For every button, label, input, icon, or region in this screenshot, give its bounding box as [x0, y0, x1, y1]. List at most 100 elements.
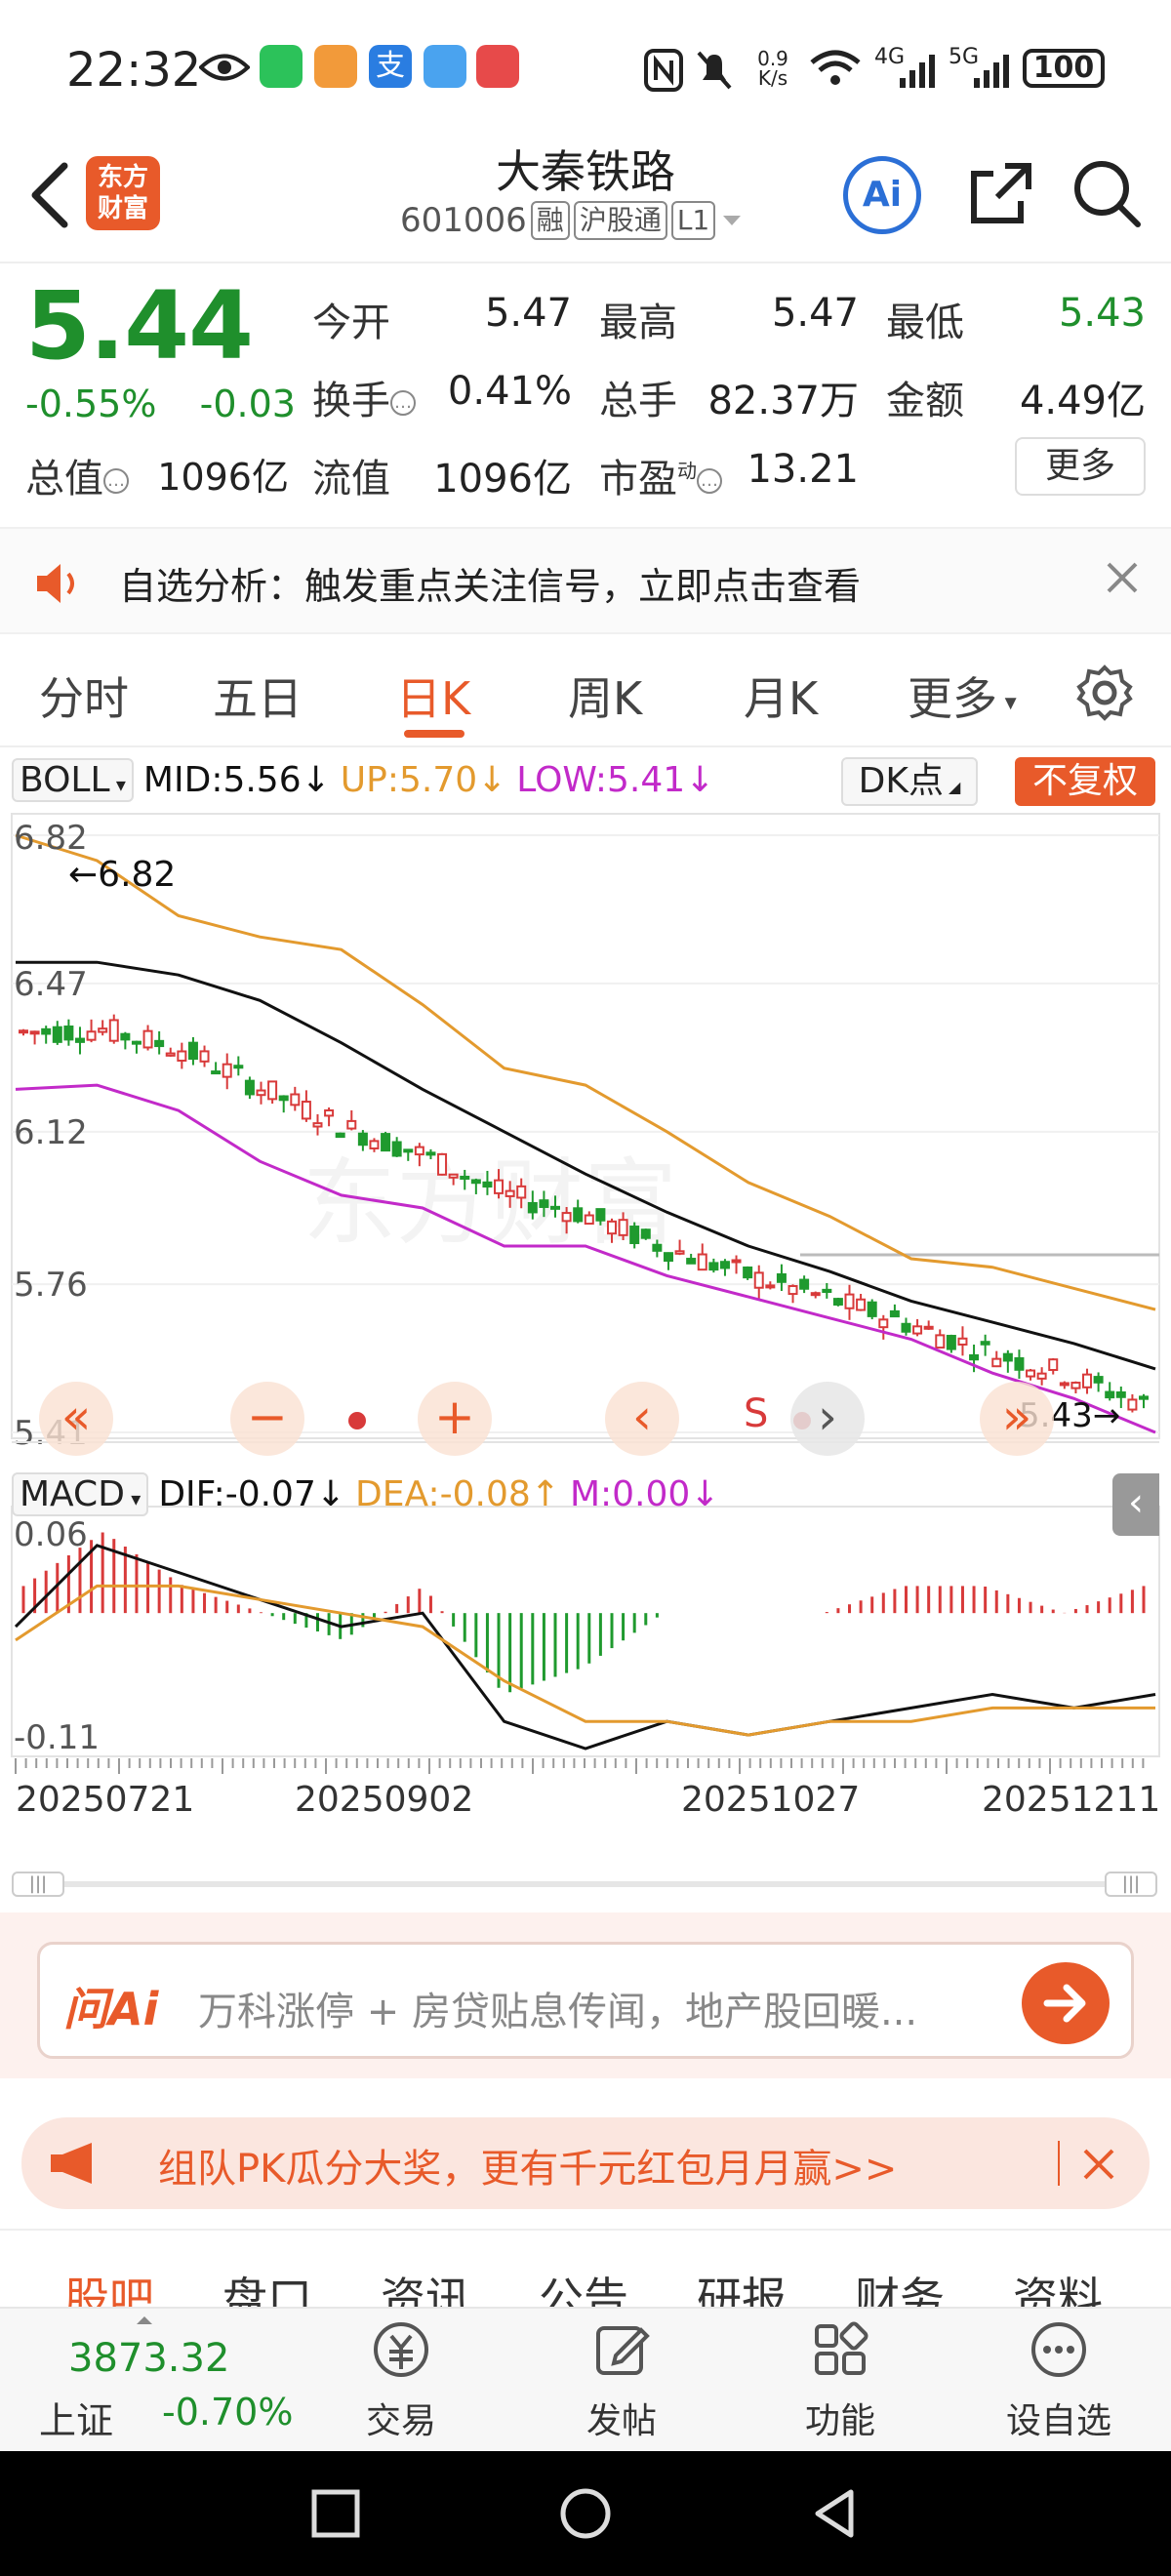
- scroll-right-fast-button[interactable]: »: [980, 1382, 1054, 1456]
- chart-scrollbar[interactable]: ||| |||: [12, 1872, 1159, 1897]
- close-icon[interactable]: [1079, 2145, 1118, 2184]
- candle-body: [527, 1201, 538, 1214]
- more-button[interactable]: 更多: [1015, 437, 1146, 496]
- level-tag[interactable]: L1: [670, 201, 716, 240]
- net-speed: 0.9 K/s: [757, 47, 788, 90]
- candle-body: [787, 1285, 798, 1296]
- battery-icon: 100: [1023, 49, 1105, 88]
- boll-low-line: [15, 1083, 1156, 1434]
- promo-text[interactable]: 组队PK瓜分大奖，更有千元红包月月赢>>: [158, 2137, 897, 2194]
- main-y-ticks: 6.826.476.125.765.41: [14, 819, 88, 1453]
- candle-body: [856, 1298, 867, 1311]
- candle-body: [753, 1271, 764, 1289]
- turnover-label: 换手…: [312, 369, 416, 425]
- scroll-left-fast-button[interactable]: «: [39, 1382, 113, 1456]
- trade-button[interactable]: 交易: [338, 2318, 464, 2443]
- ai-button[interactable]: Ai: [843, 156, 921, 234]
- home-icon[interactable]: [558, 2486, 613, 2541]
- candle-body: [177, 1050, 187, 1062]
- candle-body: [470, 1179, 481, 1185]
- app-icon: [314, 45, 357, 88]
- tab-more[interactable]: 更多 ▾: [908, 664, 1017, 728]
- current-price: 5.44: [25, 271, 254, 381]
- candle-body: [222, 1063, 232, 1078]
- signal-icon-2: [974, 55, 1009, 88]
- amount-value: 4.49亿: [1019, 379, 1146, 423]
- tab-daily-k[interactable]: 日K: [396, 664, 470, 728]
- scrollbar-left-handle[interactable]: |||: [12, 1872, 64, 1897]
- index-change[interactable]: -0.70%: [162, 2391, 293, 2434]
- open-value: 5.47: [484, 291, 572, 336]
- candle-body: [19, 1029, 28, 1034]
- dk-point-button[interactable]: DK点 ◢: [841, 757, 978, 806]
- search-icon[interactable]: [1070, 156, 1144, 230]
- candle-body: [482, 1181, 493, 1188]
- back-nav-icon[interactable]: [808, 2486, 863, 2541]
- candle-body: [1070, 1382, 1081, 1389]
- candle-body: [199, 1050, 210, 1063]
- quote-panel: 5.44 -0.55% -0.03 今开 5.47 最高 5.47 最低 5.4…: [0, 265, 1171, 525]
- alipay-icon: 支: [369, 45, 412, 88]
- step-right-button[interactable]: ›: [790, 1382, 865, 1456]
- candle-body: [391, 1141, 402, 1157]
- candle-body: [108, 1019, 119, 1042]
- app-icon-2: [476, 45, 519, 88]
- ai-ask-box[interactable]: 问Ai 万科涨停 + 房贷贴息传闻，地产股回暖...: [37, 1942, 1134, 2059]
- tab-monthly-k[interactable]: 月K: [744, 664, 818, 728]
- adjust-button[interactable]: 不复权: [1015, 757, 1155, 806]
- boll-up: UP:5.70↓: [340, 759, 507, 800]
- tab-intraday[interactable]: 分时: [39, 664, 129, 728]
- functions-button[interactable]: 功能: [777, 2318, 904, 2443]
- chevron-down-icon[interactable]: [719, 208, 745, 233]
- info-icon[interactable]: …: [103, 468, 129, 494]
- candle-body: [52, 1026, 62, 1043]
- notice-banner[interactable]: 自选分析：触发重点关注信号，立即点击查看: [0, 527, 1171, 634]
- ai-ask-input[interactable]: 万科涨停 + 房贷贴息传闻，地产股回暖...: [198, 1980, 917, 2036]
- more-dots-icon: [1031, 2322, 1086, 2377]
- candle-body: [901, 1322, 911, 1333]
- candle-body: [290, 1093, 301, 1107]
- tab-weekly-k[interactable]: 周K: [568, 664, 642, 728]
- collapse-chevron-icon[interactable]: ‹: [1112, 1473, 1159, 1536]
- volume-label: 总手: [599, 379, 677, 423]
- candle-body: [98, 1027, 108, 1033]
- index-name[interactable]: 上证: [39, 2391, 113, 2444]
- add-watchlist-button[interactable]: 设自选: [995, 2318, 1122, 2443]
- zoom-in-button[interactable]: +: [418, 1382, 492, 1456]
- zoom-out-button[interactable]: −: [230, 1382, 304, 1456]
- recents-icon[interactable]: [308, 2486, 363, 2541]
- info-icon[interactable]: …: [390, 390, 416, 416]
- low-label: 最低: [886, 301, 964, 345]
- boll-low: LOW:5.41↓: [516, 759, 715, 800]
- weather-app-icon: [424, 45, 466, 88]
- ai-ask-submit-button[interactable]: [1022, 1962, 1110, 2044]
- period-tabs: 分时 五日 日K 周K 月K 更多 ▾: [0, 640, 1171, 747]
- indicator-select-boll[interactable]: BOLL ▾: [12, 757, 134, 802]
- high-label: 最高: [599, 301, 677, 345]
- status-time: 22:32: [66, 43, 202, 98]
- kline-chart-area[interactable]: BOLL ▾ MID:5.56↓ UP:5.70↓ LOW:5.41↓ DK点 …: [0, 747, 1171, 1899]
- candle-body: [1014, 1357, 1025, 1371]
- promo-banner[interactable]: 组队PK瓜分大奖，更有千元红包月月赢>>: [21, 2117, 1150, 2209]
- scrollbar-right-handle[interactable]: |||: [1105, 1872, 1157, 1897]
- notice-text[interactable]: 自选分析：触发重点关注信号，立即点击查看: [119, 556, 861, 610]
- step-left-button[interactable]: ‹: [605, 1382, 679, 1456]
- tab-five-day[interactable]: 五日: [213, 664, 303, 728]
- info-icon[interactable]: …: [697, 468, 722, 494]
- share-icon[interactable]: [966, 158, 1036, 228]
- x-date-label: 20251027: [681, 1780, 860, 1820]
- close-icon[interactable]: [1103, 558, 1142, 597]
- index-value[interactable]: 3873.32: [68, 2336, 229, 2381]
- indicator-select-macd[interactable]: MACD ▾: [12, 1471, 149, 1516]
- boll-mid: MID:5.56↓: [142, 759, 331, 800]
- float-value: 1096亿: [433, 457, 572, 502]
- active-tab-indicator: [404, 730, 464, 738]
- y-tick-label: 6.47: [14, 965, 88, 1004]
- post-button[interactable]: 发帖: [558, 2318, 685, 2443]
- macd-y-tick: -0.11: [14, 1718, 100, 1757]
- candle-body: [142, 1029, 153, 1049]
- candle-body: [776, 1272, 787, 1283]
- kline-svg[interactable]: 东方财富 6.826.476.125.765.41 ←6.82 5.43→ S …: [0, 806, 1171, 1870]
- edit-icon: [596, 2326, 650, 2375]
- gear-icon[interactable]: [1075, 664, 1134, 722]
